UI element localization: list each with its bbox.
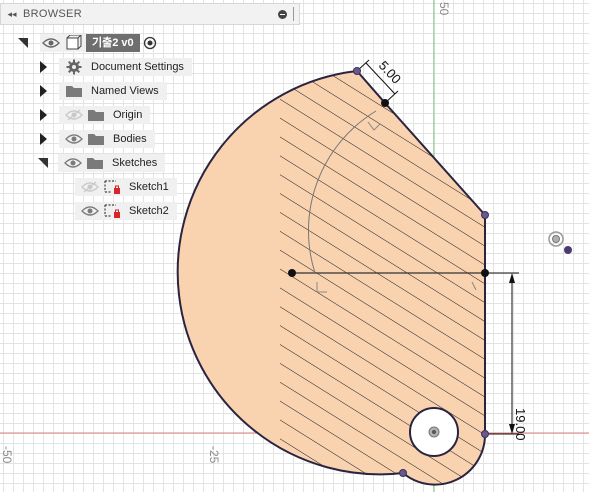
x-axis-label-neg50: -50 xyxy=(0,446,14,464)
browser-item-origin[interactable]: Origin xyxy=(40,105,151,125)
sketch-point-top[interactable] xyxy=(353,67,361,75)
panel-options-icon[interactable] xyxy=(278,9,287,19)
expand-arrow-icon[interactable] xyxy=(40,133,47,145)
browser-item-document-settings[interactable]: Document Settings xyxy=(40,57,192,77)
browser-item-sketch2[interactable]: Sketch2 xyxy=(75,201,177,221)
root-component-name[interactable]: 기출2 v0 xyxy=(86,34,140,52)
root-component[interactable]: 기출2 v0 xyxy=(40,33,160,53)
sketch-profile-hatch xyxy=(280,71,486,485)
collapse-panel-icon[interactable]: ◂◂ xyxy=(1,9,23,20)
panel-resize-handle[interactable] xyxy=(293,7,295,21)
browser-item-label: Sketches xyxy=(112,157,158,169)
origin-point-icon[interactable] xyxy=(548,231,572,254)
eye-hidden-icon[interactable] xyxy=(63,109,85,121)
eye-icon[interactable] xyxy=(62,157,84,169)
eye-icon[interactable] xyxy=(79,205,101,217)
x-axis-label-neg25: -25 xyxy=(207,446,221,464)
browser-title: BROWSER xyxy=(23,8,82,20)
sketch-point-upper[interactable] xyxy=(381,99,389,107)
eye-icon xyxy=(42,38,60,48)
folder-icon xyxy=(85,132,107,146)
expand-arrow-icon[interactable] xyxy=(40,85,47,97)
sketch-point-right-upper[interactable] xyxy=(481,211,489,219)
sketch-center-dot xyxy=(432,430,436,434)
folder-icon xyxy=(85,108,107,122)
browser-item-label: Named Views xyxy=(91,85,159,97)
dimension-label-angled[interactable]: 5.00 xyxy=(376,58,404,87)
root-visibility-toggle[interactable] xyxy=(40,34,62,52)
browser-header: ◂◂ BROWSER xyxy=(0,3,300,25)
expand-arrow-icon[interactable] xyxy=(40,61,47,73)
browser-item-sketches[interactable]: Sketches xyxy=(38,153,166,173)
browser-item-sketch1[interactable]: Sketch1 xyxy=(75,177,177,197)
eye-icon[interactable] xyxy=(63,133,85,145)
browser-item-label: Sketch1 xyxy=(129,181,169,193)
gear-icon xyxy=(63,59,85,75)
component-icon xyxy=(62,34,86,52)
browser-item-label: Origin xyxy=(113,109,143,121)
sketch-icon xyxy=(101,179,123,195)
dimension-label-vertical[interactable]: 19.00 xyxy=(513,408,528,441)
browser-item-label: Bodies xyxy=(113,133,147,145)
browser-item-named-views[interactable]: Named Views xyxy=(40,81,167,101)
sketch-icon xyxy=(101,203,123,219)
folder-icon xyxy=(63,84,85,98)
y-axis-label-top: 50 xyxy=(437,2,451,16)
browser-item-label: Document Settings xyxy=(91,61,184,73)
sketch-point-right-mid[interactable] xyxy=(481,269,489,277)
sketch-point-bottom[interactable] xyxy=(399,469,407,477)
collapse-arrow-icon[interactable] xyxy=(38,158,48,168)
activate-component-icon[interactable] xyxy=(140,36,160,50)
browser-item-bodies[interactable]: Bodies xyxy=(40,129,155,149)
expand-root-icon[interactable] xyxy=(18,38,28,48)
folder-icon xyxy=(84,156,106,170)
sketch-point-right-bottom[interactable] xyxy=(481,430,489,438)
browser-root-row[interactable] xyxy=(18,33,38,53)
eye-hidden-icon[interactable] xyxy=(79,181,101,193)
expand-arrow-icon[interactable] xyxy=(40,109,47,121)
dim-arrow-top xyxy=(509,273,515,283)
browser-item-label: Sketch2 xyxy=(129,205,169,217)
sketch-point-left[interactable] xyxy=(288,269,296,277)
